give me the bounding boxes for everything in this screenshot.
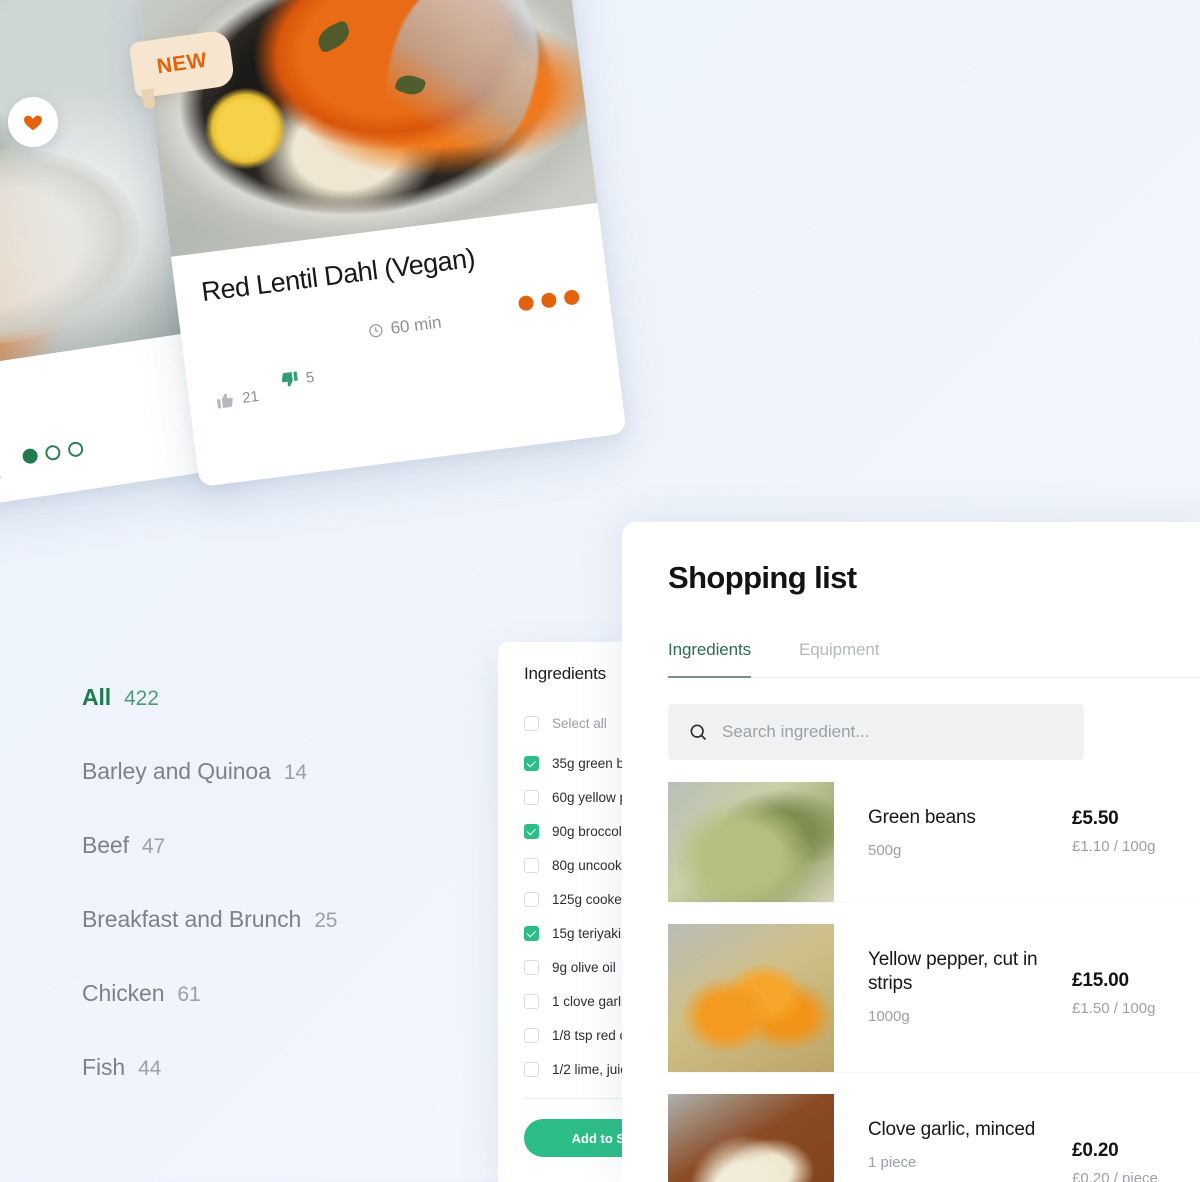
category-count: 25 (314, 909, 338, 932)
item-info: Green beans 500g (834, 782, 1072, 902)
herb-decoration (313, 19, 354, 54)
difficulty-dot-empty (67, 440, 85, 458)
category-count: 44 (138, 1057, 162, 1080)
item-info: Yellow pepper, cut in strips 1000g (834, 924, 1072, 1072)
ingredient-label: 125g cooked (552, 891, 630, 907)
shopping-list-tabs: Ingredients Equipment (622, 596, 1200, 678)
search-input[interactable] (722, 722, 1064, 742)
item-quantity: 1000g (868, 1007, 910, 1025)
ingredient-checkbox[interactable] (524, 1061, 539, 1077)
item-name: Clove garlic, minced (868, 1119, 1036, 1140)
recipe-time-label: 60 min (389, 312, 443, 338)
ingredient-checkbox[interactable] (524, 993, 539, 1009)
select-all-label: Select all (552, 715, 607, 731)
ingredient-label: 60g yellow p (552, 789, 628, 805)
shopping-list-items: Green beans 500g £5.50 £1.10 / 100g Yell… (622, 782, 1200, 1182)
difficulty-dots (21, 440, 85, 465)
difficulty-dot-empty (44, 443, 62, 461)
ingredient-label: 35g green b (552, 755, 625, 771)
favourite-button[interactable] (8, 97, 58, 147)
ingredient-label: 1 clove garlic (552, 993, 631, 1009)
item-info: Clove garlic, minced 1 piece (834, 1094, 1072, 1182)
category-item-beef[interactable]: Beef 47 (82, 832, 502, 859)
tab-equipment[interactable]: Equipment (799, 640, 879, 678)
heart-icon (24, 115, 42, 131)
category-list: All 422 Barley and Quinoa 14 Beef 47 Bre… (82, 684, 502, 1128)
ingredient-checkbox[interactable] (524, 789, 539, 805)
item-price: £0.20 (1072, 1140, 1119, 1161)
ingredient-checkbox[interactable] (524, 823, 539, 839)
recipe-time: 60 min (367, 313, 443, 342)
category-item-breakfast-and-brunch[interactable]: Breakfast and Brunch 25 (82, 906, 502, 933)
category-count: 47 (141, 835, 166, 858)
yellow-pepper-photo (668, 924, 834, 1072)
item-unit-price: £1.10 / 100g (1072, 838, 1156, 855)
search-ingredient-box[interactable] (668, 704, 1084, 760)
item-name: Green beans (868, 807, 976, 828)
thumbs-down-vote[interactable]: 5 (278, 367, 316, 391)
search-icon (690, 724, 707, 741)
page-title: Shopping list (668, 560, 857, 595)
thumbs-up-vote[interactable]: 21 (214, 386, 260, 411)
ingredient-label: 80g uncook (552, 857, 622, 873)
thumbs-down-icon (281, 371, 298, 387)
recipe-time: 45 min (0, 463, 2, 494)
ingredient-label: 1/2 lime, juic (552, 1061, 628, 1077)
ingredient-label: 15g teriyaki s (552, 925, 632, 941)
category-item-chicken[interactable]: Chicken 61 (82, 980, 502, 1007)
item-quantity: 500g (868, 841, 902, 859)
category-count: 422 (124, 687, 159, 710)
category-name: All (82, 684, 112, 710)
tab-ingredients[interactable]: Ingredients (668, 640, 751, 678)
shopping-list-panel: Shopping list Ingredients Equipment Gree… (622, 522, 1200, 1182)
ingredient-checkbox[interactable] (524, 755, 539, 771)
ingredient-checkbox[interactable] (524, 1027, 539, 1043)
recipe-meta-row: 45 min (0, 433, 208, 494)
ingredient-label: 90g broccoli (552, 823, 625, 839)
difficulty-dot-filled (21, 447, 39, 465)
category-count: 14 (283, 761, 307, 784)
thumbs-up-count: 21 (241, 387, 260, 407)
item-price-block: £15.00 £1.50 / 100g (1072, 924, 1200, 1072)
category-item-all[interactable]: All 422 (82, 684, 502, 711)
clock-icon (369, 324, 383, 338)
category-name: Beef (82, 832, 129, 858)
difficulty-dot-filled (540, 291, 558, 309)
difficulty-dots (517, 288, 581, 312)
item-price: £15.00 (1072, 970, 1129, 991)
select-all-checkbox[interactable] (524, 715, 539, 731)
category-item-fish[interactable]: Fish 44 (82, 1054, 502, 1081)
category-name: Breakfast and Brunch (82, 906, 302, 932)
category-name: Barley and Quinoa (82, 758, 271, 784)
item-unit-price: £1.50 / 100g (1072, 1000, 1156, 1017)
ingredient-checkbox[interactable] (524, 959, 539, 975)
difficulty-dot-filled (563, 288, 581, 306)
ingredient-checkbox[interactable] (524, 857, 539, 873)
garlic-photo (668, 1094, 834, 1182)
item-unit-price: £0.20 / piece (1072, 1170, 1158, 1182)
category-count: 61 (177, 983, 201, 1006)
difficulty-dot-filled (517, 294, 535, 312)
item-price-block: £5.50 £1.10 / 100g (1072, 782, 1200, 902)
category-name: Chicken (82, 980, 165, 1006)
item-name: Yellow pepper, cut in strips (868, 949, 1038, 994)
recipe-title: Green (0, 358, 199, 430)
ingredient-label: 9g olive oil (552, 959, 616, 975)
shopping-list-row[interactable]: Yellow pepper, cut in strips 1000g £15.0… (668, 924, 1200, 1072)
ingredient-checkbox[interactable] (524, 891, 539, 907)
ingredient-checkbox[interactable] (524, 925, 539, 941)
shopping-list-row[interactable]: Green beans 500g £5.50 £1.10 / 100g (668, 782, 1200, 902)
category-name: Fish (82, 1054, 126, 1080)
recipe-time-label: 45 min (0, 463, 3, 489)
item-price: £5.50 (1072, 808, 1119, 829)
recipe-votes: 21 5 (214, 344, 592, 411)
category-item-barley-and-quinoa[interactable]: Barley and Quinoa 14 (82, 758, 502, 785)
thumbs-down-count: 5 (304, 368, 316, 387)
item-price-block: £0.20 £0.20 / piece (1072, 1094, 1200, 1182)
thumbs-up-icon (216, 393, 233, 409)
app-stage: Green 45 min (0, 0, 1200, 1182)
item-quantity: 1 piece (868, 1153, 917, 1171)
green-beans-photo (668, 782, 834, 902)
shopping-list-row[interactable]: Clove garlic, minced 1 piece £0.20 £0.20… (668, 1094, 1200, 1182)
